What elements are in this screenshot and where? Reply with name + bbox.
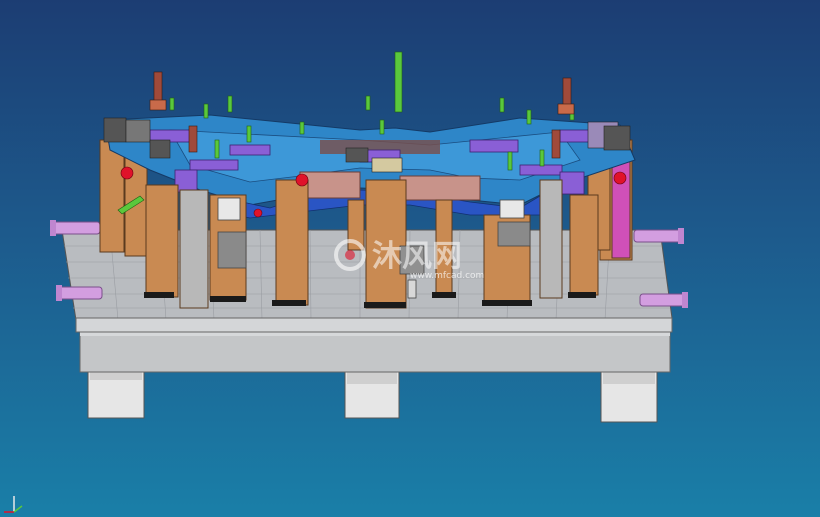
base-frame bbox=[79, 327, 671, 373]
cad-viewport[interactable]: 沐风网 www.mfcad.com bbox=[0, 0, 820, 517]
fixture-3d-model[interactable] bbox=[0, 0, 820, 517]
axis-triad-icon bbox=[4, 496, 23, 513]
